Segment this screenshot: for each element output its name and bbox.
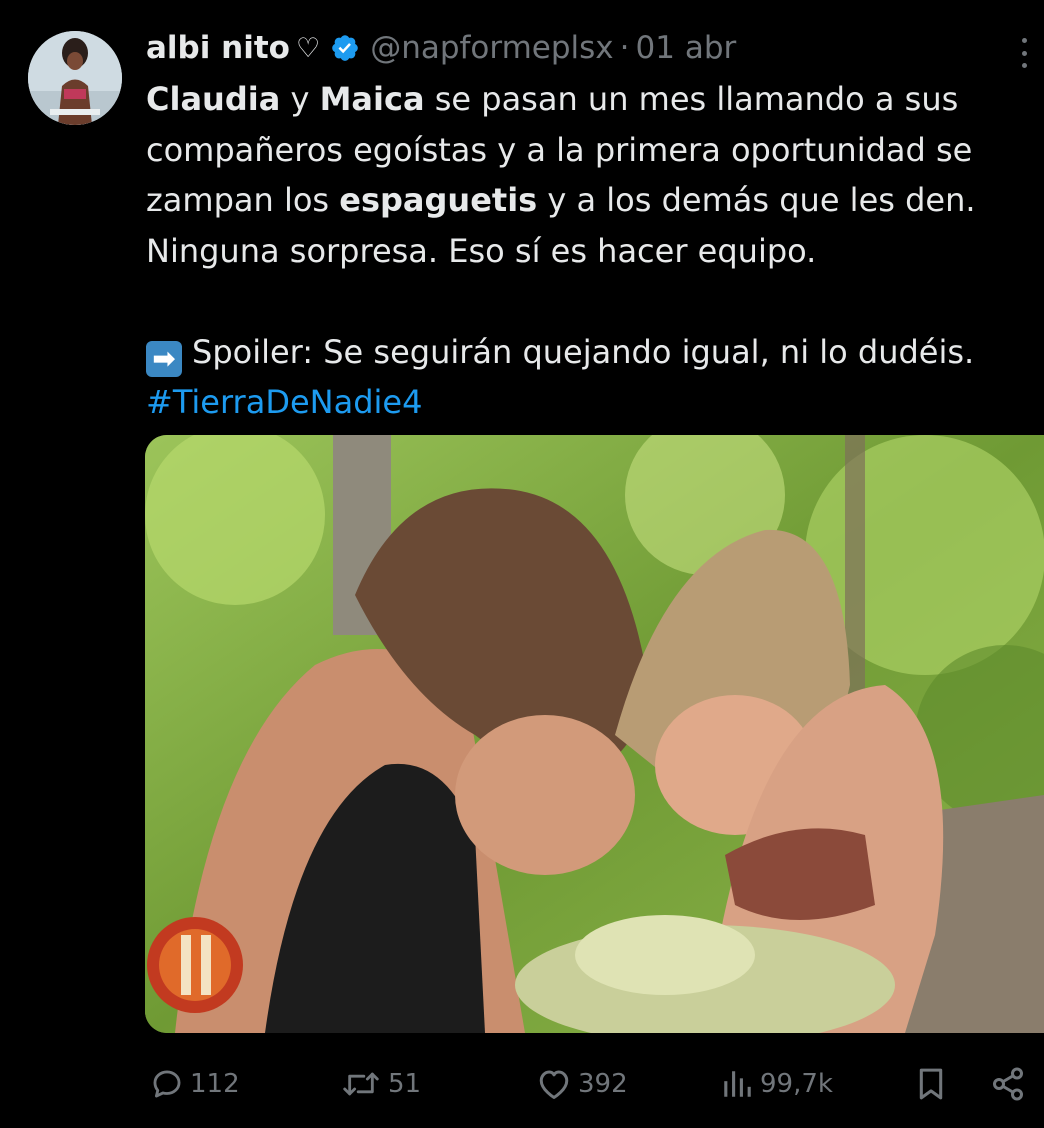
- tweet-line-3: zampan los espaguetis y a los demás que …: [146, 175, 1036, 226]
- tweet-line-2: compañeros egoístas y a la primera oport…: [146, 125, 1036, 176]
- bookmark-icon: [919, 1068, 943, 1100]
- retweet-count: 51: [388, 1069, 422, 1099]
- verified-badge-icon: [330, 33, 360, 63]
- retweet-button[interactable]: 51: [340, 1064, 421, 1104]
- text-segment: Ninguna sorpresa. Eso sí es hacer equipo…: [146, 231, 817, 270]
- author-name[interactable]: albi nito: [146, 30, 290, 66]
- right-arrow-icon: ➡: [146, 340, 182, 377]
- more-icon[interactable]: [1012, 38, 1036, 68]
- avatar[interactable]: [28, 31, 122, 125]
- spoiler-text: Spoiler: Se seguirán quejando igual, ni …: [192, 332, 975, 371]
- text-segment: zampan los: [146, 181, 340, 219]
- like-count: 392: [578, 1069, 628, 1099]
- text-segment: Claudia: [146, 80, 281, 118]
- author-name-heart: ♡: [295, 32, 321, 64]
- text-segment: compañeros egoístas y a la primera oport…: [146, 130, 973, 169]
- tweet-line-1: Claudia y Maica se pasan un mes llamando…: [146, 74, 1036, 125]
- reply-button[interactable]: 112: [150, 1064, 240, 1104]
- views-icon: [724, 1071, 751, 1097]
- views-count: 99,7k: [760, 1069, 833, 1099]
- tweet-line-4: Ninguna sorpresa. Eso sí es hacer equipo…: [146, 226, 1036, 277]
- reply-count: 112: [190, 1069, 240, 1099]
- hashtag-line: #TierraDeNadie4: [146, 377, 1036, 428]
- like-icon: [539, 1070, 569, 1099]
- text-segment: se pasan un mes llamando a sus: [424, 80, 959, 118]
- tweet-actions: 112 51 392 99,7k: [0, 1056, 1044, 1110]
- header-separator: ·: [619, 30, 630, 66]
- tweet-text: Claudia y Maica se pasan un mes llamando…: [146, 74, 1036, 428]
- hashtag-link[interactable]: #TierraDeNadie4: [146, 383, 422, 421]
- retweet-icon: [343, 1072, 379, 1096]
- text-segment: y: [280, 80, 320, 118]
- share-icon: [993, 1067, 1023, 1101]
- bookmark-button[interactable]: [914, 1064, 948, 1104]
- author-handle[interactable]: @napformeplsx: [370, 30, 613, 66]
- share-button[interactable]: [990, 1064, 1026, 1104]
- views-button[interactable]: 99,7k: [720, 1064, 833, 1104]
- like-button[interactable]: 392: [536, 1064, 628, 1104]
- tweet-date[interactable]: 01 abr: [636, 30, 737, 66]
- tweet-photo[interactable]: [145, 435, 1044, 1033]
- tweet: albi nito ♡ @napformeplsx · 01 abr Claud…: [0, 0, 1044, 1128]
- reply-icon: [153, 1070, 181, 1098]
- spoiler-line: ➡ Spoiler: Se seguirán quejando igual, ni…: [146, 327, 1036, 378]
- tweet-header: albi nito ♡ @napformeplsx · 01 abr: [146, 25, 736, 71]
- text-segment: espaguetis: [339, 181, 538, 219]
- text-segment: y a los demás que les den.: [537, 181, 976, 219]
- text-segment: Maica: [319, 80, 425, 118]
